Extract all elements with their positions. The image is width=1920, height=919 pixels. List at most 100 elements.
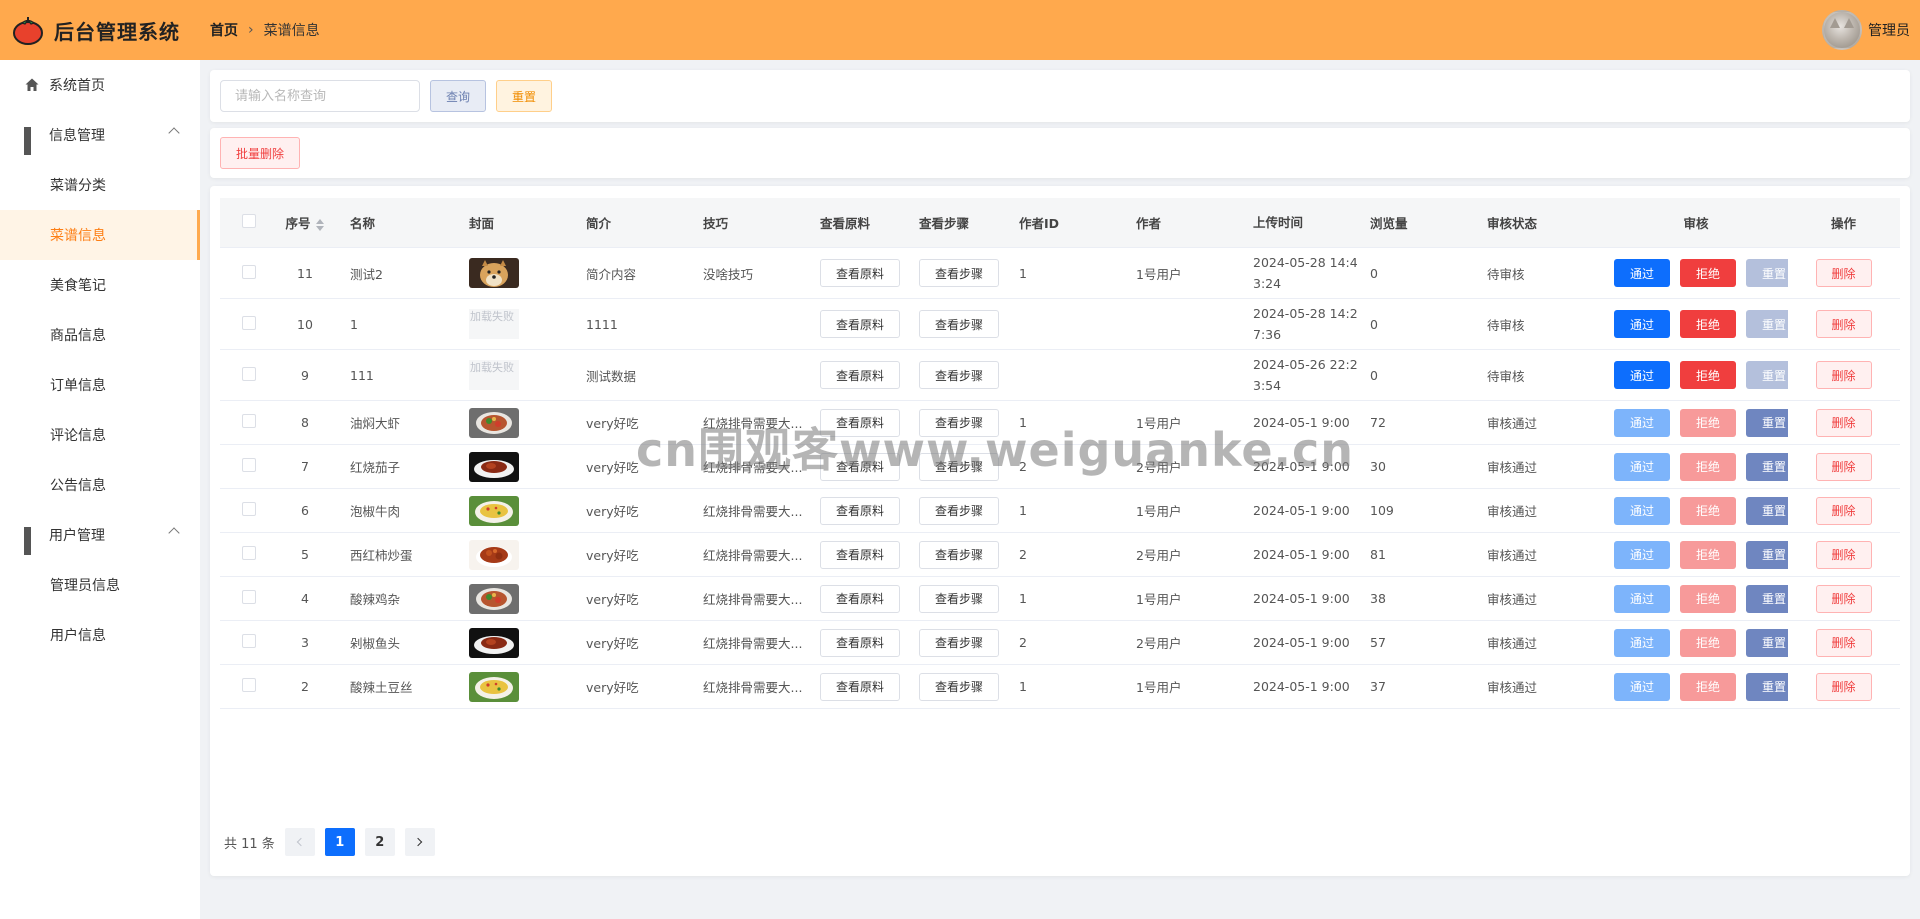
- sidebar-item-food-notes[interactable]: 美食笔记: [0, 260, 200, 310]
- view-materials-button[interactable]: 查看原料: [820, 628, 900, 657]
- view-steps-button[interactable]: 查看步骤: [919, 496, 999, 525]
- view-materials-button[interactable]: 查看原料: [820, 496, 900, 525]
- row-checkbox[interactable]: [242, 502, 256, 516]
- view-materials-button[interactable]: 查看原料: [820, 310, 900, 338]
- delete-button[interactable]: 删除: [1815, 310, 1872, 338]
- pass-button[interactable]: 通过: [1614, 361, 1670, 389]
- view-steps-button[interactable]: 查看步骤: [919, 259, 999, 287]
- delete-button[interactable]: 删除: [1815, 584, 1872, 613]
- cover-image[interactable]: [469, 258, 576, 288]
- view-materials-button[interactable]: 查看原料: [820, 259, 900, 287]
- sidebar-item-recipe-category[interactable]: 菜谱分类: [0, 160, 200, 210]
- reject-button[interactable]: 拒绝: [1680, 310, 1736, 338]
- reject-button[interactable]: 拒绝: [1680, 584, 1736, 613]
- reject-button[interactable]: 拒绝: [1680, 540, 1736, 569]
- reset-audit-button[interactable]: 重置: [1746, 672, 1788, 701]
- pass-button[interactable]: 通过: [1614, 540, 1670, 569]
- sidebar-item-users[interactable]: 用户信息: [0, 610, 200, 660]
- reject-button[interactable]: 拒绝: [1680, 496, 1736, 525]
- reset-audit-button[interactable]: 重置: [1746, 496, 1788, 525]
- pass-button[interactable]: 通过: [1614, 408, 1670, 437]
- reset-button[interactable]: 重置: [496, 80, 552, 112]
- query-button[interactable]: 查询: [430, 80, 486, 112]
- reset-audit-button[interactable]: 重置: [1746, 259, 1788, 287]
- view-materials-button[interactable]: 查看原料: [820, 361, 900, 389]
- delete-button[interactable]: 删除: [1815, 672, 1872, 701]
- user-name[interactable]: 管理员: [1868, 20, 1910, 40]
- next-page-button[interactable]: [404, 828, 435, 856]
- view-steps-button[interactable]: 查看步骤: [919, 628, 999, 657]
- reject-button[interactable]: 拒绝: [1680, 628, 1736, 657]
- cover-image[interactable]: [469, 583, 576, 614]
- pass-button[interactable]: 通过: [1614, 310, 1670, 338]
- view-steps-button[interactable]: 查看步骤: [919, 584, 999, 613]
- view-materials-button[interactable]: 查看原料: [820, 540, 900, 569]
- reset-audit-button[interactable]: 重置: [1746, 452, 1788, 481]
- page-button[interactable]: 1: [324, 828, 355, 856]
- select-all-checkbox[interactable]: [242, 214, 256, 228]
- reject-button[interactable]: 拒绝: [1680, 408, 1736, 437]
- pass-button[interactable]: 通过: [1614, 496, 1670, 525]
- sidebar-item-orders[interactable]: 订单信息: [0, 360, 200, 410]
- pass-button[interactable]: 通过: [1614, 628, 1670, 657]
- row-checkbox[interactable]: [242, 458, 256, 472]
- reject-button[interactable]: 拒绝: [1680, 259, 1736, 287]
- pass-button[interactable]: 通过: [1614, 584, 1670, 613]
- reject-button[interactable]: 拒绝: [1680, 672, 1736, 701]
- cover-image[interactable]: [469, 671, 576, 702]
- sidebar-item-admins[interactable]: 管理员信息: [0, 560, 200, 610]
- batch-delete-button[interactable]: 批量删除: [220, 137, 300, 169]
- view-materials-button[interactable]: 查看原料: [820, 408, 900, 437]
- reject-button[interactable]: 拒绝: [1680, 361, 1736, 389]
- reset-audit-button[interactable]: 重置: [1746, 540, 1788, 569]
- pass-button[interactable]: 通过: [1614, 452, 1670, 481]
- sidebar-group-info[interactable]: 信息管理: [0, 110, 200, 160]
- view-steps-button[interactable]: 查看步骤: [919, 310, 999, 338]
- page-button[interactable]: 2: [364, 828, 395, 856]
- user-menu[interactable]: 管理员: [1822, 10, 1910, 50]
- search-input[interactable]: [220, 80, 420, 112]
- reset-audit-button[interactable]: 重置: [1746, 628, 1788, 657]
- row-checkbox[interactable]: [242, 414, 256, 428]
- reset-audit-button[interactable]: 重置: [1746, 361, 1788, 389]
- row-checkbox[interactable]: [242, 546, 256, 560]
- row-checkbox[interactable]: [242, 678, 256, 692]
- pass-button[interactable]: 通过: [1614, 259, 1670, 287]
- avatar[interactable]: [1822, 10, 1862, 50]
- cover-image[interactable]: [469, 407, 576, 438]
- sort-icon[interactable]: [315, 218, 325, 231]
- view-steps-button[interactable]: 查看步骤: [919, 672, 999, 701]
- delete-button[interactable]: 删除: [1815, 408, 1872, 437]
- view-steps-button[interactable]: 查看步骤: [919, 408, 999, 437]
- delete-button[interactable]: 删除: [1815, 361, 1872, 389]
- row-checkbox[interactable]: [242, 590, 256, 604]
- delete-button[interactable]: 删除: [1815, 628, 1872, 657]
- sidebar-item-comments[interactable]: 评论信息: [0, 410, 200, 460]
- sidebar-item-recipe-info[interactable]: 菜谱信息: [0, 210, 200, 260]
- view-steps-button[interactable]: 查看步骤: [919, 540, 999, 569]
- reset-audit-button[interactable]: 重置: [1746, 310, 1788, 338]
- cover-image[interactable]: [469, 539, 576, 570]
- view-steps-button[interactable]: 查看步骤: [919, 452, 999, 481]
- delete-button[interactable]: 删除: [1815, 540, 1872, 569]
- cover-image[interactable]: [469, 627, 576, 658]
- sidebar-item-goods[interactable]: 商品信息: [0, 310, 200, 360]
- delete-button[interactable]: 删除: [1815, 259, 1872, 287]
- row-checkbox[interactable]: [242, 264, 256, 279]
- view-steps-button[interactable]: 查看步骤: [919, 361, 999, 389]
- sidebar-group-user[interactable]: 用户管理: [0, 510, 200, 560]
- delete-button[interactable]: 删除: [1815, 452, 1872, 481]
- reject-button[interactable]: 拒绝: [1680, 452, 1736, 481]
- pass-button[interactable]: 通过: [1614, 672, 1670, 701]
- view-materials-button[interactable]: 查看原料: [820, 584, 900, 613]
- cover-image[interactable]: [469, 495, 576, 526]
- row-checkbox[interactable]: [242, 315, 256, 330]
- row-checkbox[interactable]: [242, 634, 256, 648]
- prev-page-button[interactable]: [284, 828, 315, 856]
- column-header-seq[interactable]: 序号: [270, 213, 340, 232]
- reset-audit-button[interactable]: 重置: [1746, 584, 1788, 613]
- reset-audit-button[interactable]: 重置: [1746, 408, 1788, 437]
- delete-button[interactable]: 删除: [1815, 496, 1872, 525]
- view-materials-button[interactable]: 查看原料: [820, 452, 900, 481]
- sidebar-item-home[interactable]: 系统首页: [0, 60, 200, 110]
